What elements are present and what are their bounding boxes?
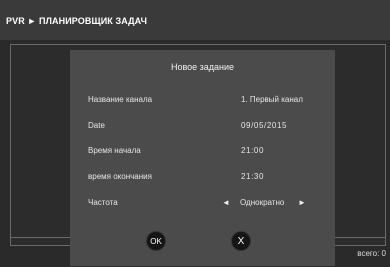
date-value: 09/05/2015	[241, 121, 288, 130]
dialog-title: Новое задание	[170, 62, 235, 72]
end-time-value: 21:30	[241, 172, 265, 181]
frequency-label: Частота	[88, 198, 118, 207]
header-bar: PVR ► ПЛАНИРОВЩИК ЗАДАЧ	[0, 0, 390, 40]
start-time-value: 21:00	[241, 146, 265, 155]
date-label: Date	[88, 121, 105, 130]
cancel-button[interactable]: X	[232, 232, 250, 250]
channel-name-value: 1. Первый канал	[241, 95, 303, 104]
channel-name-row[interactable]: Название канала 1. Первый канал	[70, 95, 335, 109]
frequency-row[interactable]: Частота ◄ Однократно ►	[70, 198, 335, 212]
new-task-dialog: Новое задание Название канала 1. Первый …	[70, 50, 335, 266]
end-time-row[interactable]: время окончания 21:30	[70, 172, 335, 186]
arrow-right-icon[interactable]: ►	[298, 198, 306, 207]
start-time-row[interactable]: Время начала 21:00	[70, 146, 335, 160]
frequency-value: Однократно	[240, 198, 285, 207]
total-count: всего: 0	[357, 249, 386, 258]
ok-button[interactable]: OK	[147, 232, 165, 250]
date-row[interactable]: Date 09/05/2015	[70, 121, 335, 135]
end-time-label: время окончания	[88, 172, 152, 181]
page-title: PVR ► ПЛАНИРОВЩИК ЗАДАЧ	[6, 16, 148, 26]
start-time-label: Время начала	[88, 146, 141, 155]
arrow-left-icon[interactable]: ◄	[222, 198, 230, 207]
channel-name-label: Название канала	[88, 95, 153, 104]
